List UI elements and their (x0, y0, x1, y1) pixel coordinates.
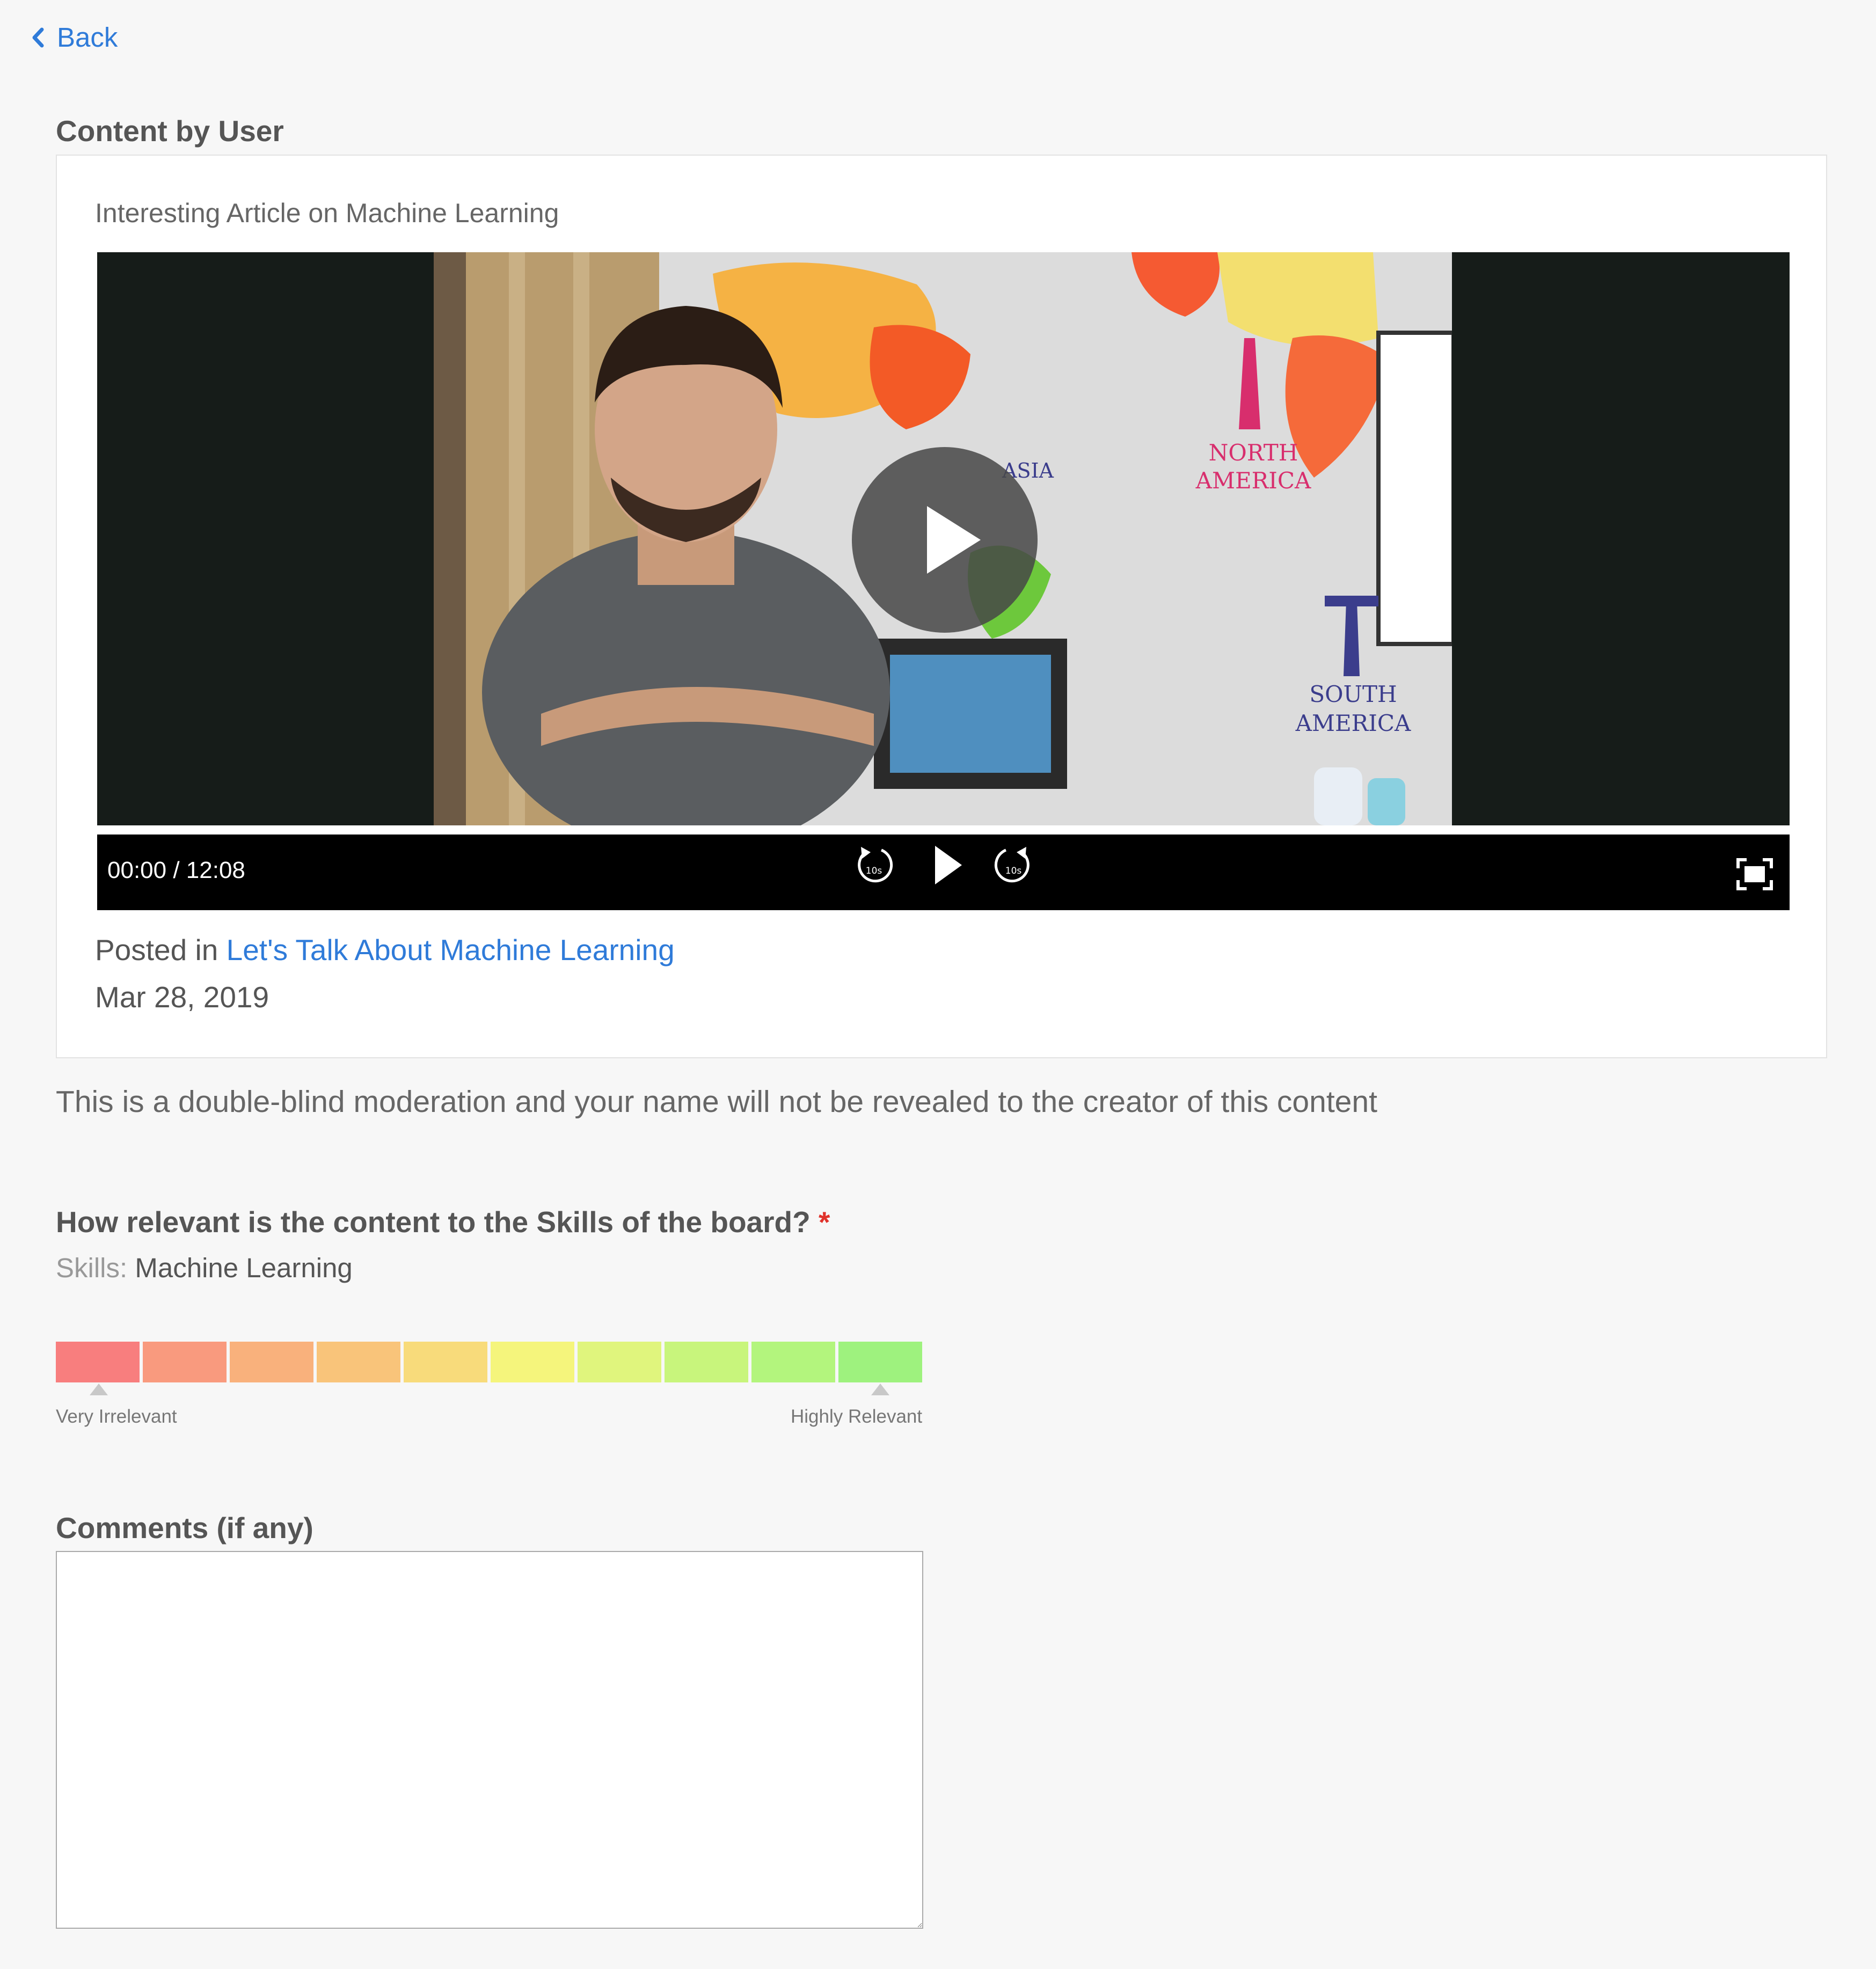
rating-segment-8[interactable] (665, 1342, 748, 1382)
chevron-left-icon (32, 27, 44, 47)
rating-segment-3[interactable] (230, 1342, 313, 1382)
rewind-10-icon[interactable]: 10s (853, 843, 894, 888)
rating-segment-5[interactable] (404, 1342, 487, 1382)
rewind-label: 10s (866, 866, 882, 876)
map-label-america-1: AMERICA (1195, 467, 1311, 494)
comments-textarea[interactable] (56, 1551, 923, 1929)
map-label-america-2: AMERICA (1295, 710, 1411, 736)
rating-segment-7[interactable] (578, 1342, 661, 1382)
skills-line: Skills: Machine Learning (56, 1252, 353, 1284)
fullscreen-icon[interactable] (1736, 858, 1773, 891)
video-time: 00:00 / 12:08 (107, 857, 245, 883)
forward-10-icon[interactable]: 10s (993, 843, 1034, 888)
rating-segment-10[interactable] (838, 1342, 922, 1382)
required-marker: * (819, 1205, 830, 1239)
back-label: Back (57, 22, 118, 53)
skills-label: Skills: (56, 1253, 128, 1283)
play-control-icon[interactable] (932, 844, 964, 887)
video-player[interactable]: NORTH AMERICA ASIA SOUTH AMERICA (97, 252, 1790, 825)
max-marker-icon (871, 1384, 889, 1395)
back-link[interactable]: Back (28, 21, 118, 53)
relevance-question: How relevant is the content to the Skill… (56, 1205, 830, 1239)
play-icon (927, 506, 981, 574)
min-marker-icon (90, 1384, 108, 1395)
post-date: Mar 28, 2019 (95, 980, 269, 1014)
question-text: How relevant is the content to the Skill… (56, 1205, 811, 1239)
skills-value: Machine Learning (135, 1253, 353, 1283)
moderation-note: This is a double-blind moderation and yo… (56, 1085, 1377, 1119)
content-section-title: Content by User (56, 114, 284, 148)
scale-min-label: Very Irrelevant (56, 1406, 177, 1427)
map-label-south: SOUTH (1309, 681, 1397, 707)
play-overlay-button[interactable] (852, 447, 1038, 633)
rating-segment-9[interactable] (751, 1342, 835, 1382)
rating-segment-6[interactable] (491, 1342, 574, 1382)
comments-title: Comments (if any) (56, 1511, 313, 1545)
forward-label: 10s (1005, 866, 1022, 876)
content-title: Interesting Article on Machine Learning (95, 198, 559, 228)
posted-in: Posted in Let's Talk About Machine Learn… (95, 933, 675, 967)
map-label-north: NORTH (1209, 440, 1298, 466)
rating-segment-2[interactable] (143, 1342, 227, 1382)
board-link[interactable]: Let's Talk About Machine Learning (227, 933, 675, 967)
posted-in-prefix: Posted in (95, 933, 218, 967)
relevance-scale (56, 1342, 922, 1382)
rating-segment-4[interactable] (317, 1342, 400, 1382)
rating-segment-1[interactable] (56, 1342, 140, 1382)
scale-max-label: Highly Relevant (791, 1406, 923, 1427)
